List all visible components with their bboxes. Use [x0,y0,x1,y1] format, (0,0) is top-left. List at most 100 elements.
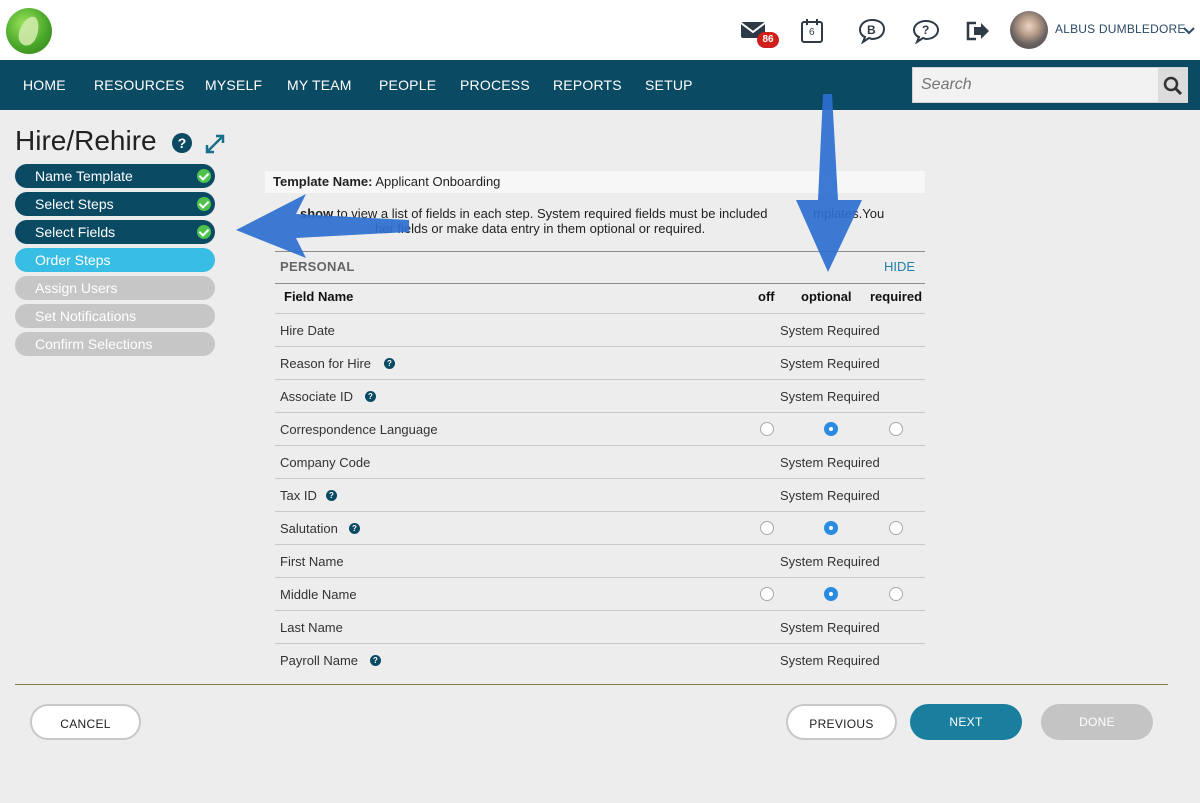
col-off: off [758,289,775,304]
step-select-steps[interactable]: Select Steps [15,192,215,216]
field-label: Middle Name [280,587,357,602]
mail-badge: 86 [757,32,779,48]
radio-required[interactable] [889,422,903,436]
table-row: Hire Date System Required [275,314,925,347]
svg-text:B: B [867,23,876,37]
cancel-button[interactable]: CANCEL [30,704,141,740]
radio-required[interactable] [889,587,903,601]
table-row: Last Name System Required [275,611,925,644]
page-title: Hire/Rehire [15,125,157,156]
radio-optional[interactable] [824,521,838,535]
step-confirm-selections[interactable]: Confirm Selections [15,332,215,356]
nav-my-team[interactable]: MY TEAM [287,77,352,93]
table-row: First Name System Required [275,545,925,578]
instructions-text-1: to view a list of fields in each step. S… [333,206,772,221]
previous-button[interactable]: PREVIOUS [786,704,897,740]
section-divider [275,251,925,252]
user-name[interactable]: ALBUS DUMBLEDORE [1055,22,1186,36]
chevron-down-icon[interactable] [1183,24,1195,36]
logout-icon[interactable] [964,18,992,44]
done-button[interactable]: DONE [1041,704,1153,740]
radio-optional[interactable] [824,587,838,601]
hide-link[interactable]: HIDE [884,259,915,274]
b-chat-icon[interactable]: B [858,18,886,45]
radio-required[interactable] [889,521,903,535]
step-name-template[interactable]: Name Template [15,164,215,188]
field-status: System Required [780,653,880,668]
user-avatar[interactable] [1010,11,1048,49]
field-label: Company Code [280,455,371,470]
next-button[interactable]: NEXT [910,704,1022,740]
help-icon[interactable]: ? [365,391,376,402]
nav-resources[interactable]: RESOURCES [94,77,184,93]
section-title: PERSONAL [280,259,355,274]
radio-off[interactable] [760,521,774,535]
step-label: Order Steps [35,252,111,268]
nav-setup[interactable]: SETUP [645,77,693,93]
instructions-show-link[interactable]: show [300,206,333,221]
calendar-icon[interactable]: 6 [800,18,828,44]
instructions-text-2: her fields or make data entry in them op… [375,221,706,236]
nav-myself[interactable]: MYSELF [205,77,262,93]
table-row: Middle Name [275,578,925,611]
nav-reports[interactable]: REPORTS [553,77,622,93]
instructions-text-1-end: mplates.You [813,206,885,221]
search-input[interactable] [913,68,1157,102]
field-status: System Required [780,455,880,470]
instructions: show to view a list of fields in each st… [265,206,925,236]
template-name: Template Name: Applicant Onboarding [265,171,925,193]
field-label: Reason for Hire [280,356,372,371]
field-status: System Required [780,323,880,338]
step-label: Select Steps [35,196,114,212]
help-icon[interactable]: ? [370,655,381,666]
field-label: First Name [280,554,344,569]
expand-icon[interactable] [204,133,226,155]
help-icon[interactable]: ? [384,358,395,369]
step-label: Set Notifications [35,308,137,324]
radio-optional[interactable] [824,422,838,436]
nav-home[interactable]: HOME [23,77,66,93]
step-assign-users[interactable]: Assign Users [15,276,215,300]
field-label: Correspondence Language [280,422,438,437]
field-label: Tax ID [280,488,317,503]
step-set-notifications[interactable]: Set Notifications [15,304,215,328]
col-required: required [870,289,923,304]
table-row: Payroll Name ? System Required [275,644,925,677]
nav-people[interactable]: PEOPLE [379,77,436,93]
table-row: Company Code System Required [275,446,925,479]
calendar-day: 6 [809,27,815,38]
search-icon [1163,76,1183,96]
field-label: Payroll Name [280,653,359,668]
step-order-steps[interactable]: Order Steps [15,248,215,272]
field-status: System Required [780,488,880,503]
template-name-label: Template Name: [273,174,373,189]
app-logo[interactable] [6,8,52,54]
check-icon [197,169,211,183]
step-label: Confirm Selections [35,336,153,352]
radio-off[interactable] [760,422,774,436]
step-select-fields[interactable]: Select Fields [15,220,215,244]
step-label: Name Template [35,168,133,184]
help-icon[interactable]: ? [172,133,192,153]
top-bar: 86 6 B ? ALBUS DUMBLEDORE [0,0,1200,60]
help-icon[interactable]: ? [326,490,337,501]
search-button[interactable] [1158,68,1188,102]
template-name-value: Applicant Onboarding [375,174,501,189]
step-label: Assign Users [35,280,118,296]
table-row: Reason for Hire ? System Required [275,347,925,380]
help-chat-icon[interactable]: ? [912,18,940,45]
step-label: Select Fields [35,224,116,240]
table-row: Salutation ? [275,512,925,545]
nav-process[interactable]: PROCESS [460,77,530,93]
field-status: System Required [780,620,880,635]
search-box [912,67,1188,103]
help-icon[interactable]: ? [349,523,360,534]
field-label: Last Name [280,620,343,635]
radio-off[interactable] [760,587,774,601]
col-field-name: Field Name [284,289,354,304]
check-icon [197,197,211,211]
table-row: Associate ID ? System Required [275,380,925,413]
field-label: Salutation [280,521,338,536]
field-status: System Required [780,389,880,404]
col-optional: optional [801,289,852,304]
